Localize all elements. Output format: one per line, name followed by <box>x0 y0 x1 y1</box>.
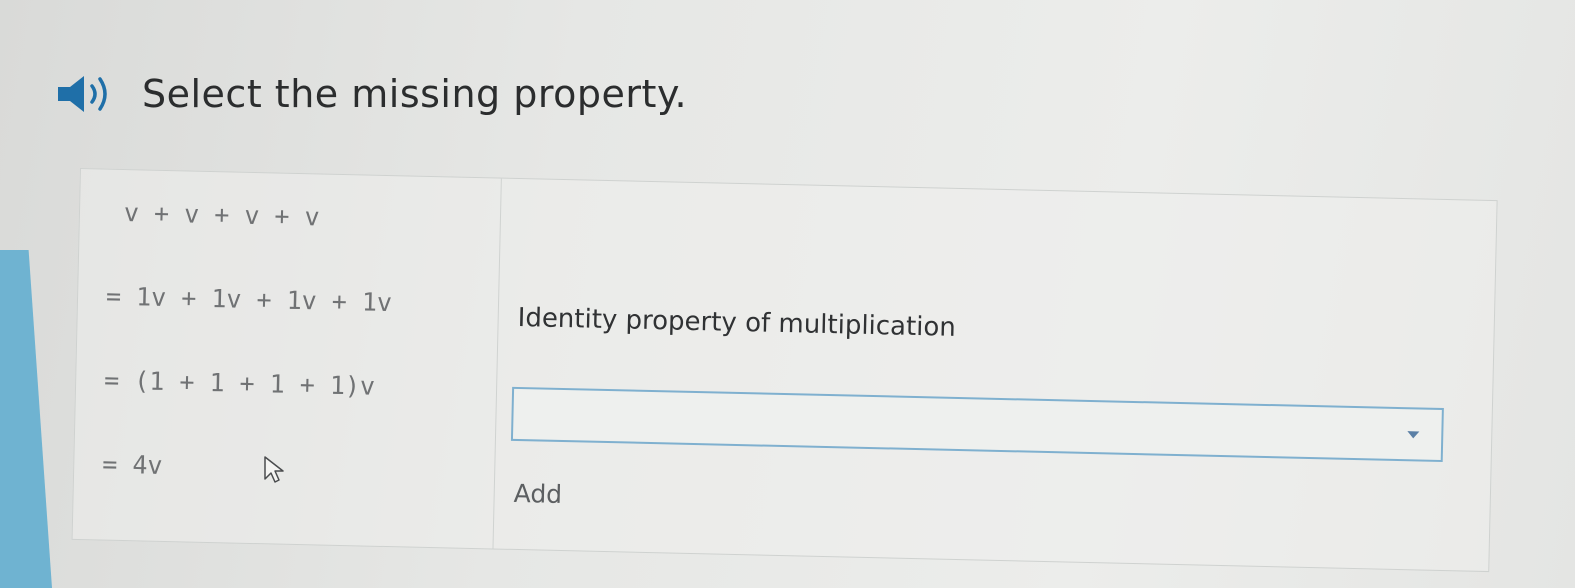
step-expression-2: = 1v + 1v + 1v + 1v <box>105 281 393 318</box>
proof-table: v + v + v + v = 1v + 1v + 1v + 1v = (1 +… <box>71 168 1498 573</box>
prompt-text: Select the missing property. <box>142 72 688 116</box>
step-expression-1: v + v + v + v <box>123 198 320 232</box>
add-step-button[interactable]: Add <box>513 479 562 509</box>
speaker-icon[interactable] <box>56 72 120 116</box>
chevron-down-icon <box>1407 431 1420 439</box>
left-edge-stripe <box>0 250 52 588</box>
column-divider <box>492 178 502 549</box>
mouse-pointer-icon <box>262 455 286 489</box>
property-dropdown[interactable] <box>510 386 1444 462</box>
step-reason-2: Identity property of multiplication <box>517 302 957 343</box>
question-prompt: Select the missing property. <box>56 72 687 116</box>
step-expression-3: = (1 + 1 + 1 + 1)v <box>103 365 376 401</box>
step-expression-4: = 4v <box>101 449 163 480</box>
